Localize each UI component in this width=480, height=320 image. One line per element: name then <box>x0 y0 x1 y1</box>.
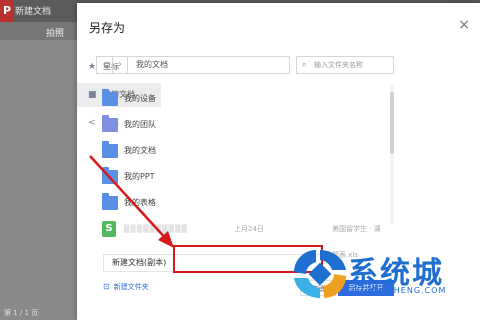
folder-team-icon <box>102 115 118 132</box>
list-item[interactable]: 我的团队 <box>96 112 386 138</box>
file-name: ▒▒▒▒▒▒▒▒▒▒ <box>124 225 188 233</box>
watermark: 系统城 XITONGCHENG.COM <box>292 244 478 304</box>
list-item-label: 我的文档 <box>124 146 156 155</box>
list-item-label: 我的设备 <box>124 94 156 103</box>
list-item[interactable]: 我的设备 <box>96 86 386 112</box>
list-item[interactable]: 我的文档 <box>96 138 386 164</box>
star-icon: ★ <box>88 62 97 72</box>
new-folder-link[interactable]: ⊡ 新建文件夹 <box>103 282 149 292</box>
forward-button[interactable]: › <box>112 56 128 74</box>
watermark-logo-icon <box>294 250 346 298</box>
dialog-title: 另存为 <box>89 21 126 35</box>
page-indicator: 第 1 / 1 页 <box>4 309 39 317</box>
list-item-label: 我的PPT <box>124 172 155 181</box>
close-icon[interactable]: × <box>458 17 470 33</box>
folder-icon <box>102 193 118 210</box>
list-item[interactable]: 我的表格 <box>96 190 386 216</box>
back-button[interactable]: ‹ <box>96 56 112 74</box>
new-folder-icon: ⊡ <box>103 282 110 291</box>
file-date: 上月24日 <box>234 225 264 233</box>
share-icon: < <box>88 118 96 128</box>
folder-device-icon <box>102 89 118 106</box>
search-placeholder: 输入文件夹名称 <box>314 61 363 69</box>
file-list: 我的设备 我的团队 我的文档 我的PPT 我的表格 S ▒▒▒▒▒▒▒▒▒▒ 上… <box>96 86 386 259</box>
photo-tool-button[interactable]: 拍照 <box>46 26 64 39</box>
list-item[interactable]: 我的PPT <box>96 164 386 190</box>
new-folder-label: 新建文件夹 <box>113 283 149 291</box>
search-icon: ⌕ <box>302 60 307 69</box>
app-logo-icon: P <box>0 0 14 22</box>
document-tab[interactable]: 新建文档 <box>15 4 51 17</box>
watermark-url: XITONGCHENG.COM <box>350 286 447 295</box>
folder-icon <box>102 167 118 184</box>
list-item-label: 我的团队 <box>124 120 156 129</box>
folder-search-input[interactable]: ⌕ 输入文件夹名称 <box>296 56 394 74</box>
spreadsheet-icon: S <box>102 221 116 237</box>
breadcrumb[interactable]: 我的文档 <box>128 56 290 74</box>
list-item-label: 我的表格 <box>124 198 156 207</box>
list-item[interactable]: S ▒▒▒▒▒▒▒▒▒▒ 上月24日 美国留学生 · 课题表.xls <box>96 216 386 259</box>
scrollbar-thumb[interactable] <box>390 92 394 154</box>
folder-icon <box>102 141 118 158</box>
